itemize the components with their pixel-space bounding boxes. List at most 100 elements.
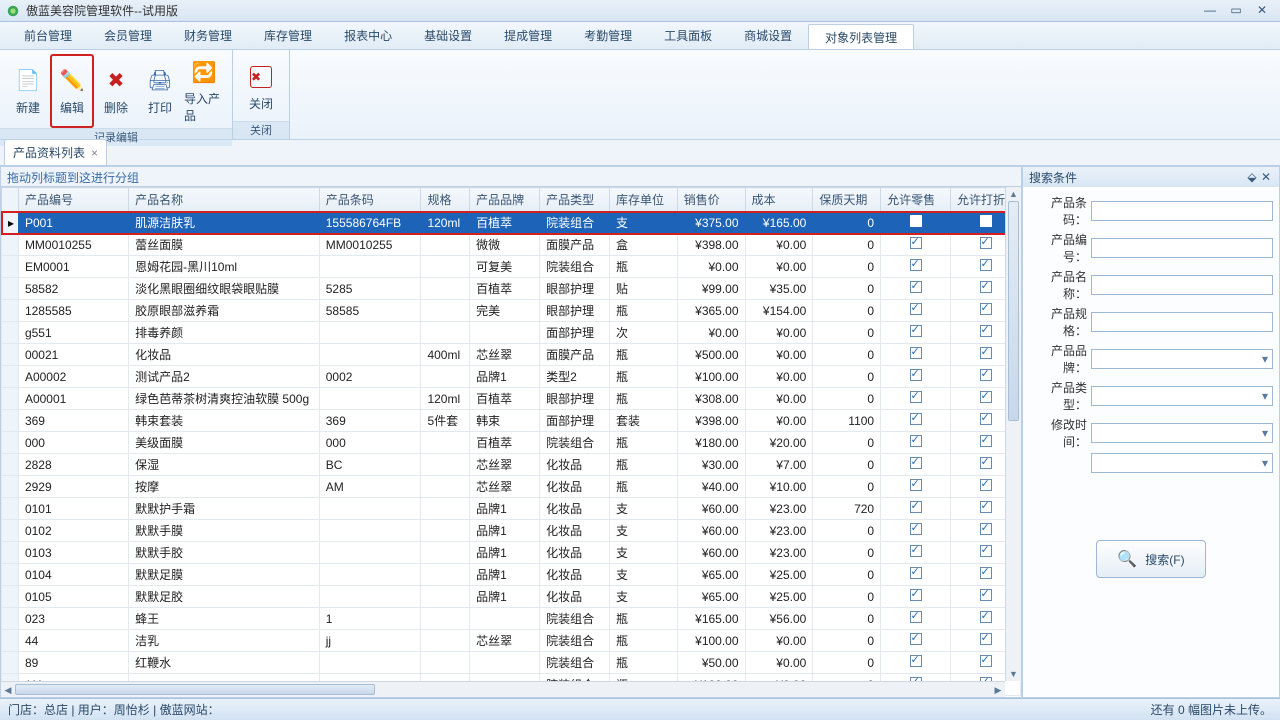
table-row[interactable]: 2929按摩AM芯丝翠化妆品瓶¥40.00¥10.000 [2, 476, 1021, 498]
checkbox-icon[interactable] [910, 281, 922, 293]
checkbox-icon[interactable] [980, 523, 992, 535]
checkbox-icon[interactable] [910, 567, 922, 579]
name-input[interactable] [1091, 275, 1273, 295]
table-row[interactable]: A00001绿色芭蒂茶树清爽控油软膜 500g120ml百植萃眼部护理瓶¥308… [2, 388, 1021, 410]
checkbox-icon[interactable] [980, 479, 992, 491]
pin-icon[interactable]: ⬙ [1245, 170, 1259, 184]
edit-button[interactable]: ✏️编辑 [50, 54, 94, 128]
checkbox-icon[interactable] [910, 457, 922, 469]
vertical-scrollbar[interactable]: ▲ ▼ [1005, 187, 1021, 681]
checkbox-icon[interactable] [910, 325, 922, 337]
delete-button[interactable]: ✖删除 [94, 54, 138, 128]
checkbox-icon[interactable] [980, 545, 992, 557]
column-header[interactable]: 允许零售 [881, 188, 951, 212]
menu-5[interactable]: 基础设置 [408, 22, 488, 49]
checkbox-icon[interactable] [910, 655, 922, 667]
checkbox-icon[interactable] [910, 391, 922, 403]
checkbox-icon[interactable] [910, 545, 922, 557]
table-row[interactable]: 369韩束套装3695件套韩束面部护理套装¥398.00¥0.001100 [2, 410, 1021, 432]
checkbox-icon[interactable] [980, 589, 992, 601]
menu-8[interactable]: 工具面板 [648, 22, 728, 49]
scroll-down-icon[interactable]: ▼ [1006, 667, 1021, 681]
scroll-right-icon[interactable]: ▶ [991, 682, 1005, 697]
tab-close-icon[interactable]: × [91, 146, 98, 160]
scroll-left-icon[interactable]: ◀ [1, 682, 15, 697]
checkbox-icon[interactable] [910, 435, 922, 447]
menu-7[interactable]: 考勤管理 [568, 22, 648, 49]
menu-4[interactable]: 报表中心 [328, 22, 408, 49]
column-header[interactable]: 产品类型 [540, 188, 610, 212]
column-header[interactable]: 规格 [421, 188, 470, 212]
checkbox-icon[interactable] [980, 611, 992, 623]
close-button[interactable]: ✖关闭 [239, 54, 283, 121]
table-row[interactable]: 2828保湿BC芯丝翠化妆品瓶¥30.00¥7.000 [2, 454, 1021, 476]
maximize-button[interactable]: ▭ [1224, 4, 1248, 18]
checkbox-icon[interactable] [980, 457, 992, 469]
checkbox-icon[interactable] [980, 303, 992, 315]
checkbox-icon[interactable] [980, 281, 992, 293]
column-header[interactable]: 成本 [745, 188, 813, 212]
table-row[interactable]: 000美级面膜000百植萃院装组合瓶¥180.00¥20.000 [2, 432, 1021, 454]
checkbox-icon[interactable] [980, 655, 992, 667]
new-button[interactable]: 📄新建 [6, 54, 50, 128]
code-input[interactable] [1091, 238, 1273, 258]
checkbox-icon[interactable] [910, 523, 922, 535]
group-by-panel[interactable]: 拖动列标题到这进行分组 [1, 167, 1021, 187]
column-header[interactable]: 销售价 [677, 188, 745, 212]
checkbox-icon[interactable] [910, 501, 922, 513]
barcode-input[interactable] [1091, 201, 1273, 221]
column-header[interactable]: 产品条码 [319, 188, 421, 212]
panel-close-icon[interactable]: ✕ [1259, 170, 1273, 184]
column-header[interactable]: 保质天期 [813, 188, 881, 212]
table-row[interactable]: 58582淡化黑眼圈细纹眼袋眼贴膜5285百植萃眼部护理贴¥99.00¥35.0… [2, 278, 1021, 300]
scroll-up-icon[interactable]: ▲ [1006, 187, 1021, 201]
table-row[interactable]: 00021化妆品400ml芯丝翠面膜产品瓶¥500.00¥0.000 [2, 344, 1021, 366]
menu-0[interactable]: 前台管理 [8, 22, 88, 49]
menu-2[interactable]: 财务管理 [168, 22, 248, 49]
checkbox-icon[interactable] [910, 413, 922, 425]
checkbox-icon[interactable] [980, 237, 992, 249]
modtime-combo[interactable]: ▾ [1091, 423, 1273, 443]
table-row[interactable]: 0101默默护手霜品牌1化妆品支¥60.00¥23.00720 [2, 498, 1021, 520]
table-row[interactable]: ▸P001肌源洁肤乳155586764FB120ml百植萃院装组合支¥375.0… [2, 212, 1021, 234]
checkbox-icon[interactable] [980, 567, 992, 579]
table-row[interactable]: 89红鞭水院装组合瓶¥50.00¥0.000 [2, 652, 1021, 674]
extra-combo[interactable]: ▾ [1091, 453, 1273, 473]
checkbox-icon[interactable] [980, 413, 992, 425]
checkbox-icon[interactable] [910, 611, 922, 623]
column-header[interactable]: 产品名称 [129, 188, 320, 212]
checkbox-icon[interactable] [910, 633, 922, 645]
checkbox-icon[interactable] [910, 303, 922, 315]
table-row[interactable]: EM0001恩姆花园-黑川10ml可复美院装组合瓶¥0.00¥0.000 [2, 256, 1021, 278]
close-window-button[interactable]: ✕ [1250, 4, 1274, 18]
menu-10[interactable]: 对象列表管理 [808, 24, 914, 49]
menu-1[interactable]: 会员管理 [88, 22, 168, 49]
brand-combo[interactable]: ▾ [1091, 349, 1273, 369]
menu-9[interactable]: 商城设置 [728, 22, 808, 49]
checkbox-icon[interactable] [910, 215, 922, 227]
menu-6[interactable]: 提成管理 [488, 22, 568, 49]
checkbox-icon[interactable] [980, 215, 992, 227]
table-row[interactable]: 0103默默手胶品牌1化妆品支¥60.00¥23.000 [2, 542, 1021, 564]
checkbox-icon[interactable] [980, 347, 992, 359]
checkbox-icon[interactable] [980, 259, 992, 271]
checkbox-icon[interactable] [910, 347, 922, 359]
column-header[interactable]: 库存单位 [609, 188, 677, 212]
column-header[interactable]: 产品编号 [18, 188, 128, 212]
checkbox-icon[interactable] [910, 479, 922, 491]
table-row[interactable]: 0102默默手膜品牌1化妆品支¥60.00¥23.000 [2, 520, 1021, 542]
table-row[interactable]: A00002测试产品20002品牌1类型2瓶¥100.00¥0.000 [2, 366, 1021, 388]
h-scroll-thumb[interactable] [15, 684, 375, 695]
column-header[interactable]: 产品品牌 [470, 188, 540, 212]
horizontal-scrollbar[interactable]: ◀ ▶ [1, 681, 1005, 697]
type-combo[interactable]: ▾ [1091, 386, 1273, 406]
checkbox-icon[interactable] [980, 369, 992, 381]
checkbox-icon[interactable] [980, 325, 992, 337]
scroll-thumb[interactable] [1008, 201, 1019, 421]
checkbox-icon[interactable] [980, 501, 992, 513]
checkbox-icon[interactable] [910, 259, 922, 271]
minimize-button[interactable]: — [1198, 4, 1222, 18]
checkbox-icon[interactable] [980, 633, 992, 645]
search-button[interactable]: 🔍 搜索(F) [1096, 540, 1205, 578]
table-row[interactable]: 0105默默足胶品牌1化妆品支¥65.00¥25.000 [2, 586, 1021, 608]
